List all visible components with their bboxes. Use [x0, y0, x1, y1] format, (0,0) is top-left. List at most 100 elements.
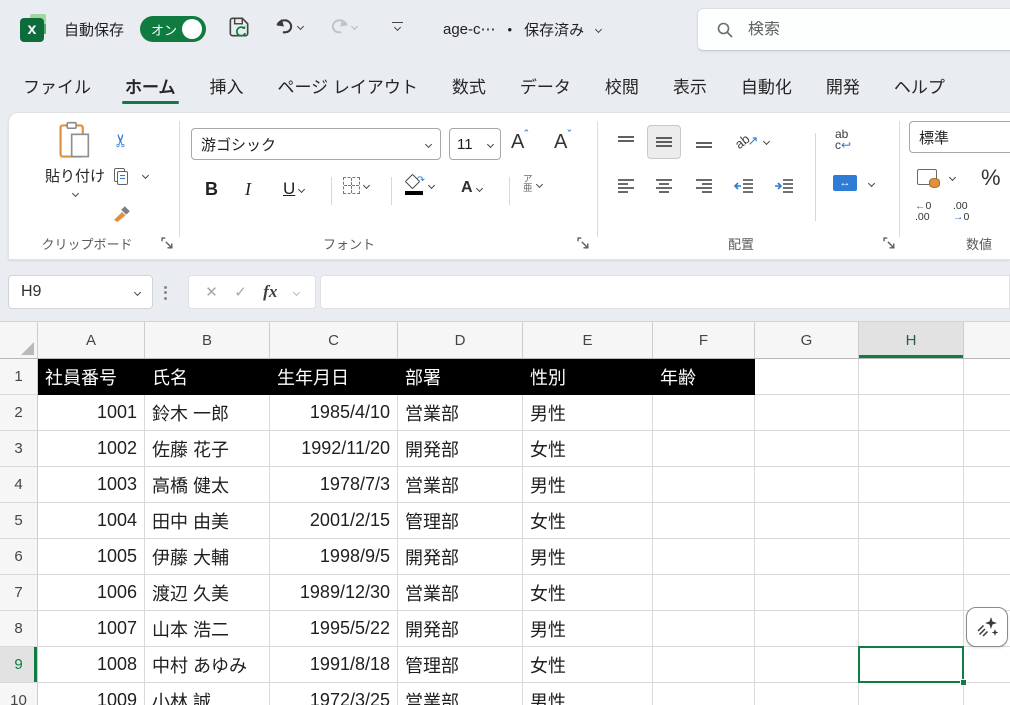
cell-H2[interactable]: [859, 395, 964, 431]
cell-G6[interactable]: [755, 539, 859, 575]
name-box-dropdown-icon[interactable]: [134, 288, 141, 295]
cell-B10[interactable]: 小林 誠: [145, 683, 270, 705]
tab-7[interactable]: 表示: [656, 58, 724, 112]
font-color-dropdown-icon[interactable]: [476, 184, 483, 191]
column-header-F[interactable]: F: [653, 322, 755, 358]
tab-2[interactable]: 挿入: [193, 58, 261, 112]
cell-B8[interactable]: 山本 浩二: [145, 611, 270, 647]
merge-dropdown-icon[interactable]: [868, 179, 875, 186]
title-dropdown-icon[interactable]: [595, 25, 602, 32]
cell-G1[interactable]: [755, 359, 859, 395]
phonetic-button[interactable]: ア亜: [523, 175, 542, 193]
cell-F2[interactable]: [653, 395, 755, 431]
cell-G10[interactable]: [755, 683, 859, 705]
cell-H6[interactable]: [859, 539, 964, 575]
cell-H4[interactable]: [859, 467, 964, 503]
decrease-indent-button[interactable]: [727, 169, 761, 203]
accounting-dropdown-icon[interactable]: [949, 173, 956, 180]
fill-color-dropdown-icon[interactable]: [428, 181, 435, 188]
decrease-decimal-button[interactable]: .00→0: [953, 201, 969, 223]
cell-E10[interactable]: 男性: [523, 683, 653, 705]
tab-0[interactable]: ファイル: [6, 58, 108, 112]
copy-dropdown-icon[interactable]: [142, 172, 149, 179]
tab-8[interactable]: 自動化: [724, 58, 809, 112]
cell-G5[interactable]: [755, 503, 859, 539]
search-input[interactable]: [748, 21, 948, 39]
formula-input[interactable]: [320, 275, 1010, 309]
cell-partial-7[interactable]: [964, 575, 1010, 611]
cell-partial-4[interactable]: [964, 467, 1010, 503]
cell-A1[interactable]: 社員番号: [38, 359, 145, 395]
cell-A8[interactable]: 1007: [38, 611, 145, 647]
column-header-H[interactable]: H: [859, 322, 964, 358]
cell-D8[interactable]: 開発部: [398, 611, 523, 647]
cell-H1[interactable]: [859, 359, 964, 395]
cell-H5[interactable]: [859, 503, 964, 539]
cell-D7[interactable]: 営業部: [398, 575, 523, 611]
cell-A4[interactable]: 1003: [38, 467, 145, 503]
column-header-D[interactable]: D: [398, 322, 523, 358]
undo-dropdown-icon[interactable]: [297, 22, 304, 29]
cell-D9[interactable]: 管理部: [398, 647, 523, 683]
cell-B7[interactable]: 渡辺 久美: [145, 575, 270, 611]
column-header-B[interactable]: B: [145, 322, 270, 358]
cell-A3[interactable]: 1002: [38, 431, 145, 467]
phonetic-dropdown-icon[interactable]: [535, 180, 542, 187]
tab-1[interactable]: ホーム: [108, 58, 193, 112]
font-dialog-launcher-icon[interactable]: [577, 237, 591, 251]
orientation-button[interactable]: ab ↗: [735, 133, 769, 149]
search-box[interactable]: [697, 8, 1010, 51]
alignment-dialog-launcher-icon[interactable]: [883, 237, 897, 251]
paste-dropdown-icon[interactable]: [71, 190, 78, 197]
tab-5[interactable]: データ: [503, 58, 588, 112]
cell-partial-5[interactable]: [964, 503, 1010, 539]
align-left-button[interactable]: [609, 169, 643, 203]
cell-H7[interactable]: [859, 575, 964, 611]
cell-A10[interactable]: 1009: [38, 683, 145, 705]
cell-E4[interactable]: 男性: [523, 467, 653, 503]
customize-quick-access-button[interactable]: [392, 22, 403, 30]
cell-E7[interactable]: 女性: [523, 575, 653, 611]
cell-B3[interactable]: 佐藤 花子: [145, 431, 270, 467]
align-bottom-button[interactable]: [687, 125, 721, 159]
cell-F6[interactable]: [653, 539, 755, 575]
cell-E9[interactable]: 女性: [523, 647, 653, 683]
fx-dropdown-icon[interactable]: [293, 288, 300, 295]
increase-indent-button[interactable]: [767, 169, 801, 203]
clipboard-dialog-launcher-icon[interactable]: [161, 237, 175, 251]
row-header-5[interactable]: 5: [0, 503, 38, 539]
cell-C5[interactable]: 2001/2/15: [270, 503, 398, 539]
cell-C1[interactable]: 生年月日: [270, 359, 398, 395]
cell-D6[interactable]: 開発部: [398, 539, 523, 575]
cell-C7[interactable]: 1989/12/30: [270, 575, 398, 611]
merge-center-button[interactable]: ↔: [833, 175, 874, 191]
cell-F7[interactable]: [653, 575, 755, 611]
column-header-C[interactable]: C: [270, 322, 398, 358]
cell-E3[interactable]: 女性: [523, 431, 653, 467]
undo-button[interactable]: [272, 14, 303, 38]
tab-9[interactable]: 開発: [809, 58, 877, 112]
cell-B1[interactable]: 氏名: [145, 359, 270, 395]
copy-button[interactable]: [107, 163, 133, 189]
cell-D10[interactable]: 営業部: [398, 683, 523, 705]
cell-A9[interactable]: 1008: [38, 647, 145, 683]
save-button[interactable]: [226, 14, 252, 40]
row-header-7[interactable]: 7: [0, 575, 38, 611]
cell-D5[interactable]: 管理部: [398, 503, 523, 539]
cell-C6[interactable]: 1998/9/5: [270, 539, 398, 575]
row-header-6[interactable]: 6: [0, 539, 38, 575]
row-header-3[interactable]: 3: [0, 431, 38, 467]
align-middle-button[interactable]: [647, 125, 681, 159]
cell-C2[interactable]: 1985/4/10: [270, 395, 398, 431]
row-header-1[interactable]: 1: [0, 359, 38, 395]
cell-G9[interactable]: [755, 647, 859, 683]
number-format-combo[interactable]: 標準: [909, 121, 1010, 153]
cell-A5[interactable]: 1004: [38, 503, 145, 539]
bold-button[interactable]: B: [205, 179, 218, 200]
tab-3[interactable]: ページ レイアウト: [261, 58, 435, 112]
wrap-text-button[interactable]: ab c↩: [835, 129, 851, 151]
column-header-partial[interactable]: [964, 322, 1010, 358]
fill-color-button[interactable]: ↷: [405, 175, 434, 195]
cell-B6[interactable]: 伊藤 大輔: [145, 539, 270, 575]
cell-C3[interactable]: 1992/11/20: [270, 431, 398, 467]
